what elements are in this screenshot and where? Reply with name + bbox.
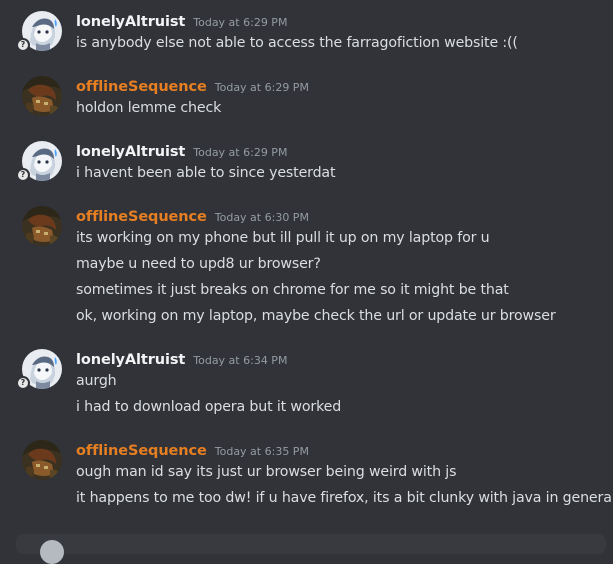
timestamp[interactable]: Today at 6:34 PM [193, 351, 287, 371]
timestamp[interactable]: Today at 6:29 PM [193, 143, 287, 163]
message-text: its working on my phone but ill pull it … [76, 230, 490, 246]
username[interactable]: lonelyAltruist [76, 12, 185, 32]
offlinesequence-avatar-icon [22, 206, 62, 246]
username[interactable]: lonelyAltruist [76, 350, 185, 370]
message-header: offlineSequence Today at 6:35 PM [76, 440, 309, 460]
offlinesequence-avatar-icon [22, 440, 62, 480]
offlinesequence-avatar-icon [22, 76, 62, 116]
message-text: sometimes it just breaks on chrome for m… [76, 282, 509, 298]
message-composer[interactable] [16, 534, 606, 564]
status-badge: ? [16, 376, 30, 390]
message-text: i had to download opera but it worked [76, 399, 342, 415]
timestamp[interactable]: Today at 6:29 PM [215, 78, 309, 98]
message-text: i havent been able to since yesterdat [76, 165, 336, 181]
message-text: is anybody else not able to access the f… [76, 35, 518, 51]
username[interactable]: offlineSequence [76, 77, 207, 97]
timestamp[interactable]: Today at 6:30 PM [215, 208, 309, 228]
message-header: lonelyAltruist Today at 6:29 PM [76, 11, 287, 31]
question-mark-icon: ? [18, 170, 28, 180]
message-header: lonelyAltruist Today at 6:34 PM [76, 349, 287, 369]
timestamp[interactable]: Today at 6:29 PM [193, 13, 287, 33]
avatar-offlinesequence[interactable] [22, 76, 62, 116]
status-badge: ? [16, 168, 30, 182]
timestamp[interactable]: Today at 6:35 PM [215, 442, 309, 462]
status-badge: ? [16, 38, 30, 52]
avatar-offlinesequence[interactable] [22, 440, 62, 480]
username[interactable]: lonelyAltruist [76, 142, 185, 162]
message-header: offlineSequence Today at 6:29 PM [76, 76, 309, 96]
username[interactable]: offlineSequence [76, 207, 207, 227]
question-mark-icon: ? [18, 378, 28, 388]
message-text: maybe u need to upd8 ur browser? [76, 256, 321, 272]
message-header: lonelyAltruist Today at 6:29 PM [76, 141, 287, 161]
username[interactable]: offlineSequence [76, 441, 207, 461]
message-text: ough man id say its just ur browser bein… [76, 464, 457, 480]
chat-message-list: ? lonelyAltruist Today at 6:29 PM is anyb… [0, 0, 613, 544]
question-mark-icon: ? [18, 40, 28, 50]
message-text: holdon lemme check [76, 100, 222, 116]
message-text: it happens to me too dw! if u have firef… [76, 490, 613, 506]
message-header: offlineSequence Today at 6:30 PM [76, 206, 309, 226]
message-text: ok, working on my laptop, maybe check th… [76, 308, 556, 324]
message-text: aurgh [76, 373, 117, 389]
avatar-offlinesequence[interactable] [22, 206, 62, 246]
